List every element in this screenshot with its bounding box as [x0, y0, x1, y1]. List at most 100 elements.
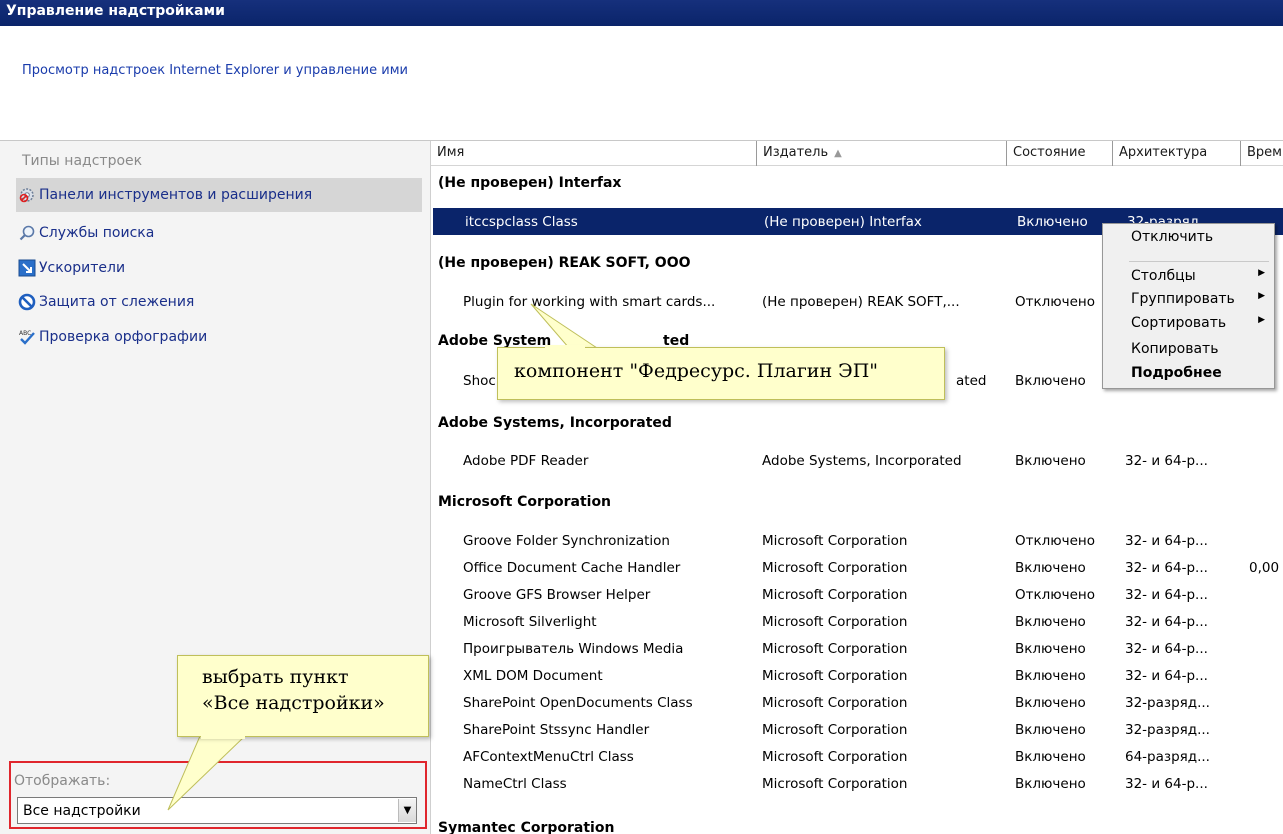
sidebar-item-tracking-protection[interactable]: Защита от слежения: [16, 285, 422, 319]
row-name: Adobe PDF Reader: [463, 452, 589, 469]
column-time-label: Врем: [1247, 145, 1282, 160]
column-state[interactable]: Состояние: [1007, 141, 1113, 166]
row-name: Groove Folder Synchronization: [463, 532, 670, 549]
row-arch: 32-разряд...: [1125, 694, 1210, 711]
sort-up-icon: ▲: [834, 148, 842, 159]
row-arch: 32- и 64-р...: [1125, 532, 1208, 549]
column-name-label: Имя: [437, 145, 465, 160]
table-row[interactable]: SharePoint OpenDocuments Class Microsoft…: [431, 689, 1283, 716]
menu-item-label: Подробнее: [1131, 365, 1222, 381]
row-state: Включено: [1015, 667, 1086, 684]
menu-item-label: Копировать: [1131, 341, 1219, 357]
column-header: Имя Издатель ▲ Состояние Архитектура Врем: [431, 141, 1283, 166]
row-publisher: Microsoft Corporation: [762, 748, 908, 765]
addon-types-label: Типы надстроек: [22, 153, 143, 169]
column-state-label: Состояние: [1013, 145, 1086, 160]
select-callout-line1: выбрать пункт: [202, 666, 349, 688]
addon-manager-window: Управление надстройками Просмотр надстро…: [0, 0, 1283, 834]
group-title: (Не проверен) REAK SOFT, OOO: [438, 255, 691, 271]
callout-pointer-cover: [545, 345, 585, 351]
window-description: Просмотр надстроек Internet Explorer и у…: [22, 63, 408, 78]
menu-item-label: Столбцы: [1131, 268, 1196, 284]
row-name: Plugin for working with smart cards...: [463, 293, 716, 310]
context-menu: Отключить Столбцы ▶ Группировать ▶ Сортиро…: [1102, 223, 1275, 389]
chevron-down-icon[interactable]: ▼: [398, 799, 416, 822]
row-publisher: (Не проверен) REAK SOFT,...: [762, 293, 960, 310]
table-row[interactable]: NameCtrl Class Microsoft Corporation Вкл…: [431, 770, 1283, 797]
select-all-callout: выбрать пункт «Все надстройки»: [177, 655, 429, 737]
window-title: Управление надстройками: [0, 0, 1283, 26]
sidebar-item-toolbars[interactable]: Панели инструментов и расширения: [16, 178, 422, 212]
row-name: Groove GFS Browser Helper: [463, 586, 651, 603]
row-state: Включено: [1015, 559, 1086, 576]
menu-item-label: Группировать: [1131, 291, 1235, 307]
table-row[interactable]: Groove GFS Browser Helper Microsoft Corp…: [431, 581, 1283, 608]
row-arch: 64-разряд...: [1125, 748, 1210, 765]
spelling-icon: ABC: [17, 327, 37, 347]
chevron-right-icon: ▶: [1258, 315, 1265, 325]
column-publisher[interactable]: Издатель ▲: [757, 141, 1007, 166]
select-callout-line2: «Все надстройки»: [202, 691, 385, 714]
sidebar-item-label: Защита от слежения: [39, 294, 195, 310]
table-row[interactable]: Adobe PDF Reader Adobe Systems, Incorpor…: [431, 447, 1283, 474]
sidebar-item-label: Панели инструментов и расширения: [39, 187, 313, 203]
row-publisher: ated: [956, 372, 987, 389]
chevron-right-icon: ▶: [1258, 291, 1265, 301]
menu-item-copy[interactable]: Копировать: [1131, 341, 1218, 357]
row-state: Включено: [1015, 721, 1086, 738]
sidebar-item-search[interactable]: Службы поиска: [16, 216, 422, 250]
row-arch: 32-разряд...: [1125, 721, 1210, 738]
row-publisher: Microsoft Corporation: [762, 613, 908, 630]
column-publisher-label: Издатель: [763, 145, 829, 160]
menu-separator: [1129, 261, 1269, 262]
column-name[interactable]: Имя: [431, 141, 757, 166]
menu-item-details[interactable]: Подробнее: [1131, 365, 1222, 381]
row-state: Включено: [1015, 694, 1086, 711]
row-publisher: Microsoft Corporation: [762, 775, 908, 792]
tracking-protection-icon: [17, 292, 37, 312]
search-icon: [17, 223, 37, 243]
row-arch: 32- и 64-р...: [1125, 613, 1208, 630]
row-name: Office Document Cache Handler: [463, 559, 681, 576]
plugin-callout: компонент "Федресурс. Плагин ЭП": [497, 347, 945, 400]
sidebar-item-accelerators[interactable]: Ускорители: [16, 251, 422, 285]
table-row[interactable]: Microsoft Silverlight Microsoft Corporat…: [431, 608, 1283, 635]
column-architecture[interactable]: Архитектура: [1113, 141, 1241, 166]
row-state: Включено: [1015, 748, 1086, 765]
row-publisher: Microsoft Corporation: [762, 586, 908, 603]
row-publisher: (Не проверен) Interfax: [764, 213, 922, 230]
table-row[interactable]: Groove Folder Synchronization Microsoft …: [431, 527, 1283, 554]
row-publisher: Microsoft Corporation: [762, 532, 908, 549]
menu-item-group[interactable]: Группировать ▶: [1131, 291, 1271, 307]
menu-item-disable[interactable]: Отключить: [1131, 229, 1213, 245]
group-header: (Не проверен) REAK SOFT, OOO: [431, 249, 691, 277]
row-time: 0,00: [1249, 559, 1280, 576]
group-title: (Не проверен) Interfax: [438, 175, 622, 191]
menu-item-sort[interactable]: Сортировать ▶: [1131, 315, 1271, 331]
column-time[interactable]: Врем: [1241, 141, 1283, 166]
menu-item-label: Отключить: [1131, 229, 1214, 245]
row-state: Отключено: [1015, 532, 1096, 549]
group-title: Microsoft Corporation: [438, 494, 612, 510]
sidebar-item-spelling[interactable]: ABC Проверка орфографии: [16, 320, 422, 354]
sidebar-item-label: Проверка орфографии: [39, 329, 208, 345]
group-header: Symantec Corporation: [431, 814, 614, 834]
menu-item-columns[interactable]: Столбцы ▶: [1131, 268, 1271, 284]
accelerator-icon: [17, 258, 37, 278]
table-row[interactable]: Office Document Cache Handler Microsoft …: [431, 554, 1283, 581]
sidebar-item-label: Ускорители: [39, 260, 126, 276]
table-row[interactable]: AFContextMenuCtrl Class Microsoft Corpor…: [431, 743, 1283, 770]
group-header: Adobe Systems, Incorporated: [431, 409, 672, 437]
table-row[interactable]: XML DOM Document Microsoft Corporation В…: [431, 662, 1283, 689]
column-architecture-label: Архитектура: [1119, 145, 1208, 160]
chevron-right-icon: ▶: [1258, 268, 1265, 278]
table-row[interactable]: Проигрыватель Windows Media Microsoft Co…: [431, 635, 1283, 662]
row-state: Включено: [1015, 613, 1086, 630]
menu-item-label: Сортировать: [1131, 315, 1227, 331]
row-name: SharePoint Stssync Handler: [463, 721, 650, 738]
row-state: Включено: [1015, 775, 1086, 792]
table-row[interactable]: SharePoint Stssync Handler Microsoft Cor…: [431, 716, 1283, 743]
row-publisher: Microsoft Corporation: [762, 721, 908, 738]
row-name: XML DOM Document: [463, 667, 603, 684]
row-name: itccspclass Class: [465, 213, 578, 230]
